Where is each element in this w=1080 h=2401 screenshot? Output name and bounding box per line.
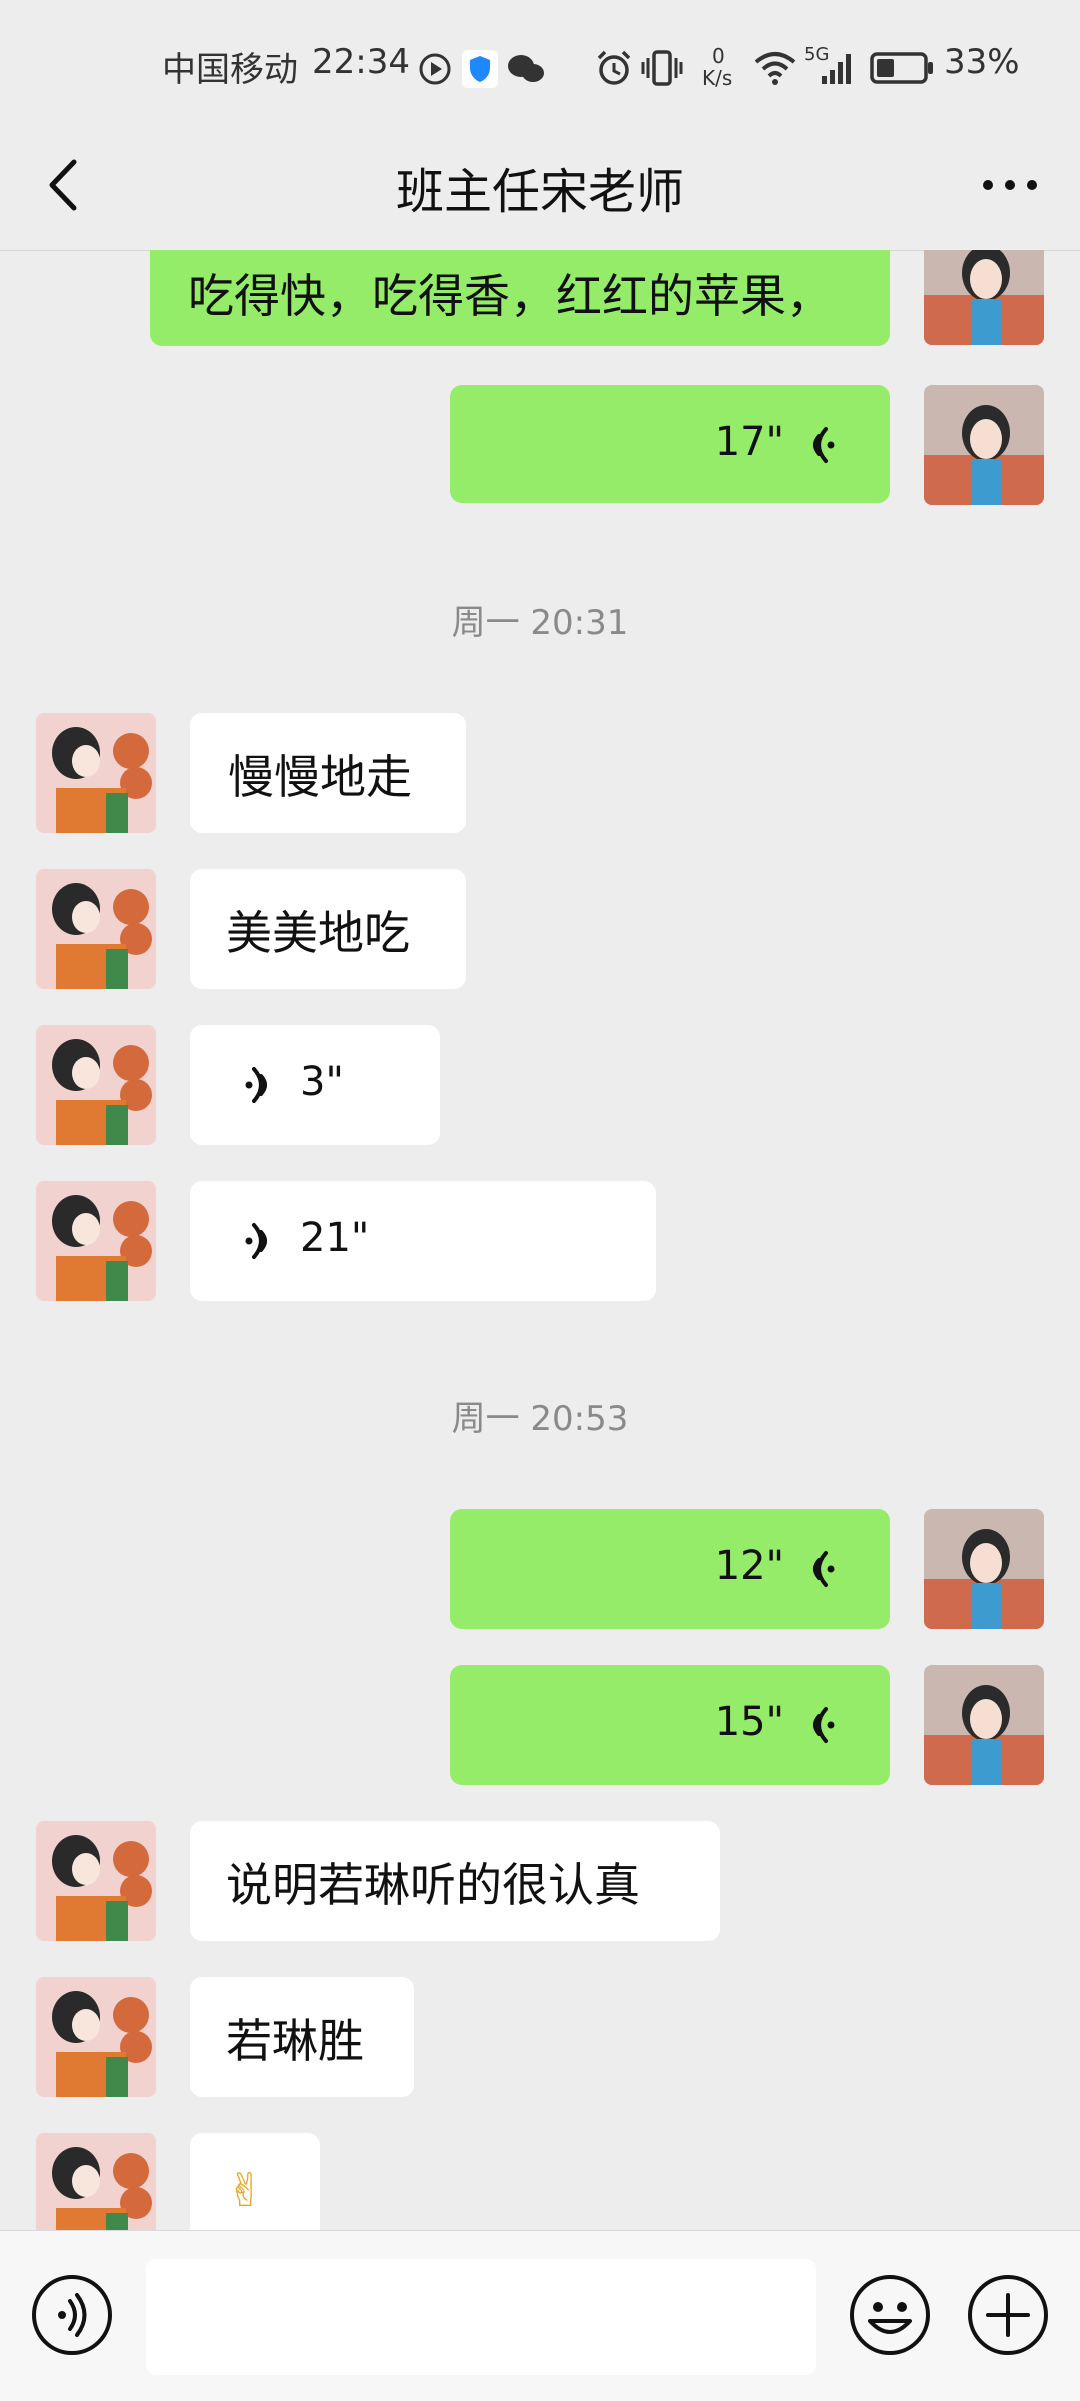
- voice-duration: 12": [714, 1543, 784, 1589]
- message-text: 若琳胜: [226, 2014, 364, 2068]
- voice-wave-icon: [813, 1707, 835, 1743]
- voice-duration: 21": [300, 1215, 370, 1261]
- status-time: 22:34: [312, 42, 410, 82]
- voice-duration: 3": [300, 1059, 344, 1105]
- plus-icon[interactable]: [966, 2273, 1050, 2357]
- timestamp: 周一 20:53: [451, 1399, 629, 1439]
- status-bar: 中国移动 22:34 0 K/s 5G 33%: [0, 0, 1080, 120]
- chat-header: 班主任宋老师: [0, 120, 1080, 251]
- wifi-icon: [754, 52, 796, 85]
- battery-icon: [870, 52, 933, 84]
- emoji-icon[interactable]: [848, 2273, 932, 2357]
- video-app-icon: [419, 53, 451, 85]
- my-avatar[interactable]: [924, 385, 1044, 505]
- outgoing-voice-bubble[interactable]: 15": [450, 1665, 890, 1785]
- teacher-avatar[interactable]: [36, 2133, 156, 2230]
- message-text: 吃得快，吃得香，红红的苹果，: [188, 269, 832, 323]
- incoming-text-bubble[interactable]: 说明若琳听的很认真: [190, 1821, 720, 1941]
- voice-wave-icon: [813, 1551, 835, 1587]
- voice-duration: 17": [714, 419, 784, 465]
- message-list[interactable]: 吃得快，吃得香，红红的苹果， 17" 周一 20:31 慢慢地走 美美地吃 3"…: [0, 250, 1080, 2230]
- teacher-avatar[interactable]: [36, 869, 156, 989]
- incoming-text-bubble[interactable]: 慢慢地走: [190, 713, 466, 833]
- teacher-avatar[interactable]: [36, 1821, 156, 1941]
- alarm-icon: [597, 50, 631, 85]
- incoming-emoji-bubble[interactable]: ✌: [190, 2133, 320, 2230]
- outgoing-voice-bubble[interactable]: 12": [450, 1509, 890, 1629]
- chat-title: 班主任宋老师: [395, 164, 684, 220]
- incoming-voice-bubble[interactable]: 21": [190, 1181, 656, 1301]
- teacher-avatar[interactable]: [36, 1977, 156, 2097]
- outgoing-voice-bubble[interactable]: 17": [450, 385, 890, 503]
- security-shield-icon: [462, 50, 498, 88]
- incoming-text-bubble[interactable]: 若琳胜: [190, 1977, 414, 2097]
- incoming-text-bubble[interactable]: 美美地吃: [190, 869, 466, 989]
- net-speed-unit: K/s: [702, 66, 733, 90]
- teacher-avatar[interactable]: [36, 1025, 156, 1145]
- message-input[interactable]: [146, 2259, 816, 2375]
- voice-duration: 15": [714, 1699, 784, 1745]
- input-bar: [0, 2230, 1080, 2401]
- outgoing-text-bubble[interactable]: 吃得快，吃得香，红红的苹果，: [150, 250, 890, 346]
- message-emoji: ✌: [226, 2163, 265, 2217]
- battery-percent: 33%: [944, 42, 1020, 82]
- voice-wave-icon: [813, 427, 835, 463]
- teacher-avatar[interactable]: [36, 1181, 156, 1301]
- timestamp: 周一 20:31: [451, 603, 629, 643]
- message-text: 慢慢地走: [228, 750, 412, 804]
- my-avatar[interactable]: [924, 1509, 1044, 1629]
- message-text: 说明若琳听的很认真: [226, 1858, 640, 1912]
- teacher-avatar[interactable]: [36, 713, 156, 833]
- wechat-icon: [508, 55, 544, 82]
- incoming-voice-bubble[interactable]: 3": [190, 1025, 440, 1145]
- my-avatar[interactable]: [924, 250, 1044, 345]
- net-speed-value: 0: [712, 44, 725, 68]
- voice-wave-icon: [245, 1223, 267, 1259]
- more-icon[interactable]: [970, 150, 1050, 220]
- signal-bars-icon: [822, 54, 851, 84]
- message-text: 美美地吃: [226, 906, 410, 960]
- voice-wave-icon: [245, 1067, 267, 1103]
- voice-input-icon[interactable]: [30, 2273, 114, 2357]
- vibrate-icon: [641, 50, 683, 86]
- my-avatar[interactable]: [924, 1665, 1044, 1785]
- carrier-name: 中国移动: [162, 50, 298, 90]
